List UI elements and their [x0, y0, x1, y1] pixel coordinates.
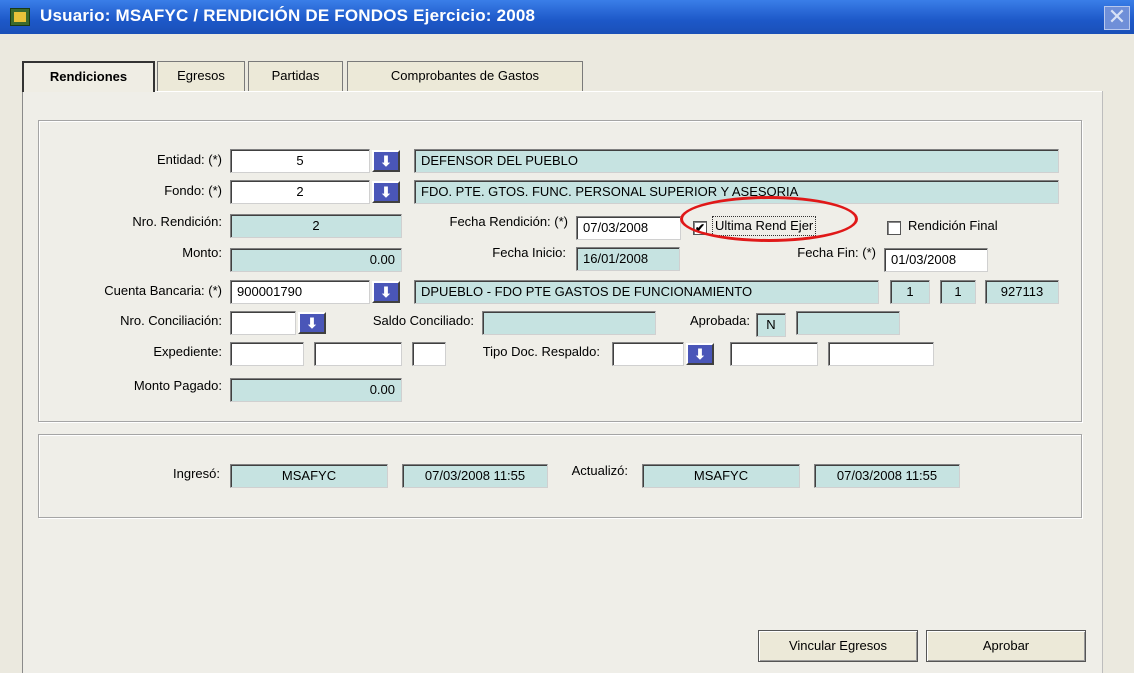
right-panel-strip — [1102, 91, 1134, 673]
nro-conciliacion-label: Nro. Conciliación: — [120, 313, 222, 328]
fecha-fin-field[interactable]: 01/03/2008 — [884, 248, 988, 272]
fecha-rendicion-label: Fecha Rendición: (*) — [449, 214, 569, 229]
arrow-down-icon: ⬇ — [380, 284, 392, 300]
tipo-doc-respaldo-label: Tipo Doc. Respaldo: — [482, 344, 600, 359]
entidad-label: Entidad: (*) — [156, 152, 222, 167]
cuenta-bancaria-code-field[interactable]: 900001790 — [230, 280, 370, 304]
entidad-code-field[interactable]: 5 — [230, 149, 370, 173]
ultima-rend-checkbox[interactable]: ✔ — [693, 221, 707, 235]
cuenta-bancaria-dropdown-button[interactable]: ⬇ — [372, 281, 400, 303]
aprobada-label: Aprobada: — [690, 313, 750, 328]
entidad-dropdown-button[interactable]: ⬇ — [372, 150, 400, 172]
entidad-description-field: DEFENSOR DEL PUEBLO — [414, 149, 1059, 173]
aprobar-button[interactable]: Aprobar — [926, 630, 1086, 662]
monto-pagado-label: Monto Pagado: — [133, 378, 222, 393]
fondo-label: Fondo: (*) — [164, 183, 222, 198]
arrow-down-icon: ⬇ — [380, 153, 392, 169]
tipo-doc-respaldo-dropdown-button[interactable]: ⬇ — [686, 343, 714, 365]
aprobada-extra-field — [796, 311, 900, 335]
cuenta-bancaria-field-1: 1 — [890, 280, 930, 304]
expediente-label: Expediente: — [153, 344, 222, 359]
tab-rendiciones[interactable]: Rendiciones — [22, 61, 155, 92]
tab-egresos[interactable]: Egresos — [157, 61, 245, 91]
monto-pagado-field: 0.00 — [230, 378, 402, 402]
nro-rendicion-field: 2 — [230, 214, 402, 238]
tipo-doc-respaldo-field-3[interactable] — [828, 342, 934, 366]
aprobada-flag-field: N — [756, 313, 786, 337]
cuenta-bancaria-label: Cuenta Bancaria: (*) — [104, 283, 222, 298]
fecha-inicio-label: Fecha Inicio: — [492, 245, 566, 260]
fecha-inicio-field: 16/01/2008 — [576, 247, 680, 271]
cuenta-bancaria-field-2: 1 — [940, 280, 976, 304]
nro-rendicion-label: Nro. Rendición: — [132, 214, 222, 229]
saldo-conciliado-label: Saldo Conciliado: — [372, 313, 474, 328]
ingreso-label: Ingresó: — [173, 466, 220, 481]
ultima-rend-label: Ultima Rend Ejer — [712, 216, 817, 236]
fecha-fin-label: Fecha Fin: (*) — [797, 245, 876, 260]
tipo-doc-respaldo-field[interactable] — [612, 342, 684, 366]
saldo-conciliado-field — [482, 311, 656, 335]
tipo-doc-respaldo-field-2[interactable] — [730, 342, 818, 366]
tab-partidas[interactable]: Partidas — [248, 61, 343, 91]
ingreso-user-field: MSAFYC — [230, 464, 388, 488]
expediente-field-3[interactable] — [412, 342, 446, 366]
fondo-dropdown-button[interactable]: ⬇ — [372, 181, 400, 203]
app-icon — [10, 8, 30, 26]
ingreso-date-field: 07/03/2008 11:55 — [402, 464, 548, 488]
cuenta-bancaria-field-3: 927113 — [985, 280, 1059, 304]
arrow-down-icon: ⬇ — [380, 184, 392, 200]
monto-field: 0.00 — [230, 248, 402, 272]
actualizo-user-field: MSAFYC — [642, 464, 800, 488]
expediente-field-2[interactable] — [314, 342, 402, 366]
arrow-down-icon: ⬇ — [306, 315, 318, 331]
arrow-down-icon: ⬇ — [694, 346, 706, 362]
cuenta-bancaria-description-field: DPUEBLO - FDO PTE GASTOS DE FUNCIONAMIEN… — [414, 280, 879, 304]
close-button[interactable]: ✕ — [1104, 6, 1130, 30]
monto-label: Monto: — [182, 245, 222, 260]
rendicion-final-label: Rendición Final — [908, 218, 998, 233]
fondo-code-field[interactable]: 2 — [230, 180, 370, 204]
fondo-description-field: FDO. PTE. GTOS. FUNC. PERSONAL SUPERIOR … — [414, 180, 1059, 204]
rendicion-final-checkbox[interactable] — [887, 221, 901, 235]
vincular-egresos-button[interactable]: Vincular Egresos — [758, 630, 918, 662]
expediente-field-1[interactable] — [230, 342, 304, 366]
actualizo-date-field: 07/03/2008 11:55 — [814, 464, 960, 488]
nro-conciliacion-dropdown-button[interactable]: ⬇ — [298, 312, 326, 334]
tab-comprobantes[interactable]: Comprobantes de Gastos — [347, 61, 583, 91]
window-title: Usuario: MSAFYC / RENDICIÓN DE FONDOS Ej… — [40, 6, 536, 25]
nro-conciliacion-field[interactable] — [230, 311, 296, 335]
actualizo-label: Actualizó: — [571, 463, 628, 478]
fecha-rendicion-field[interactable]: 07/03/2008 — [576, 216, 681, 240]
